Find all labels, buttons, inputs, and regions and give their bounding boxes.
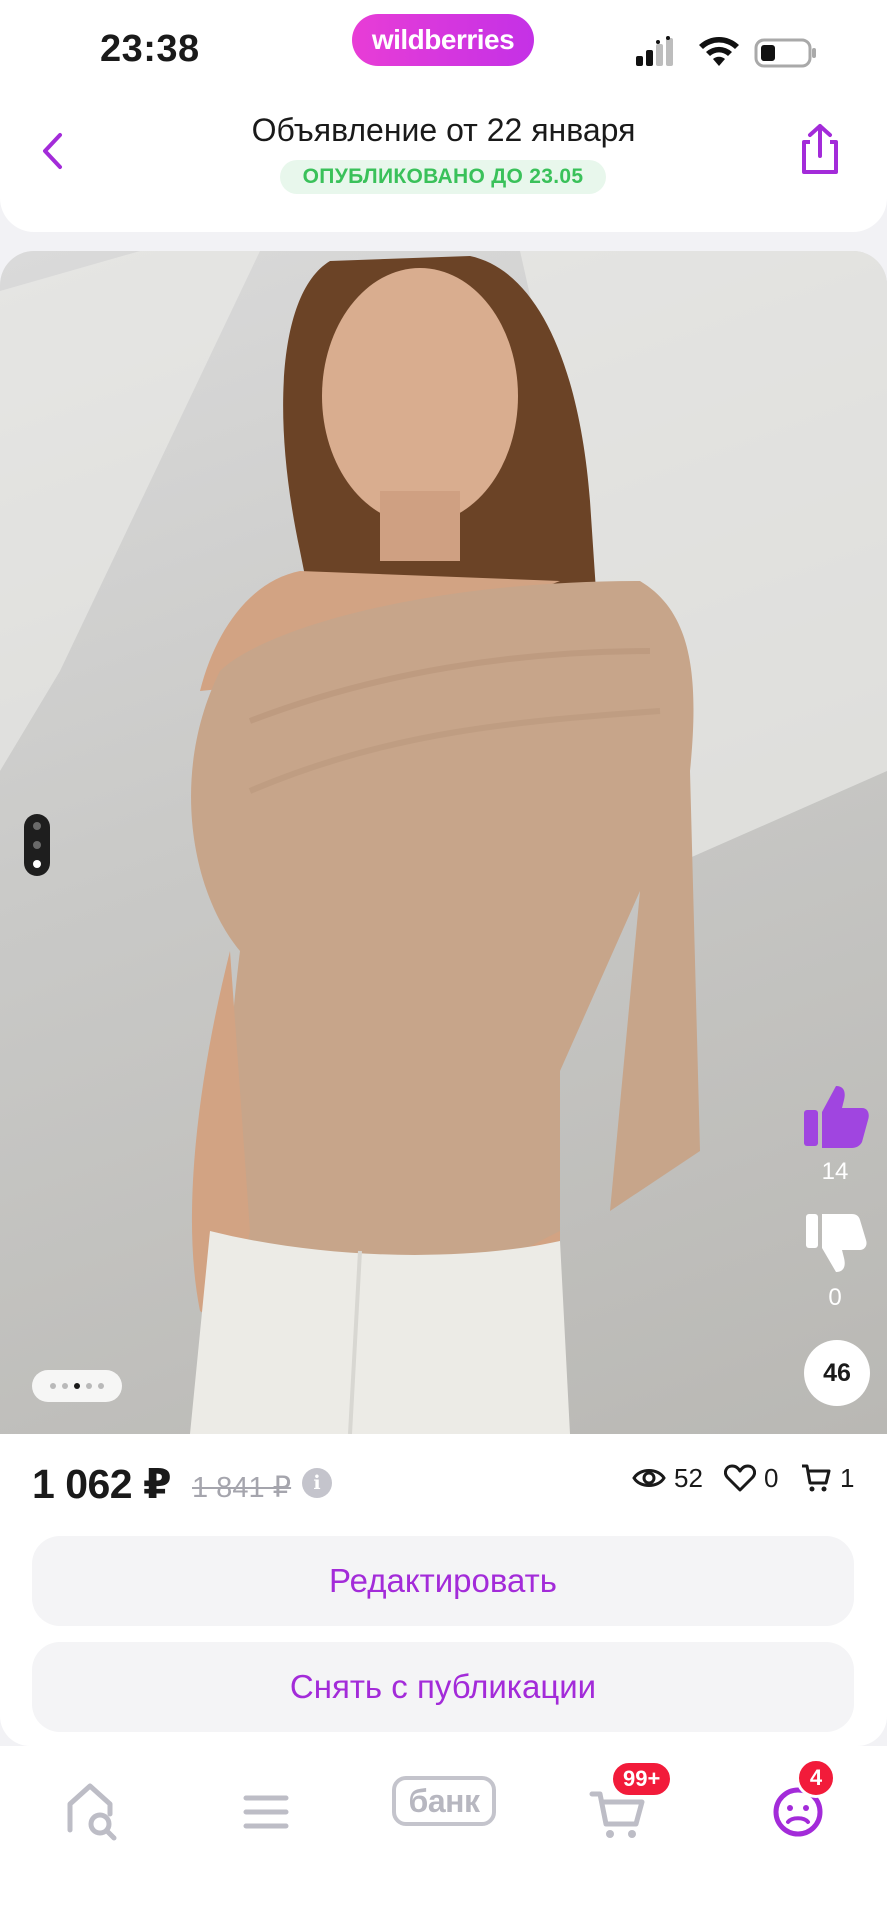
heart-icon	[724, 1464, 756, 1492]
like-button[interactable]	[800, 1082, 870, 1150]
comments-count-button[interactable]: 46	[804, 1340, 870, 1406]
pager-dot	[86, 1383, 92, 1389]
horizontal-pager[interactable]	[32, 1370, 122, 1402]
share-button[interactable]	[796, 122, 844, 178]
dislike-count: 0	[828, 1284, 842, 1311]
edit-button[interactable]: Редактировать	[32, 1536, 854, 1626]
pager-dot-active	[33, 860, 41, 868]
pager-dot	[33, 822, 41, 830]
nav-home[interactable]	[56, 1774, 136, 1844]
pager-dot	[98, 1383, 104, 1389]
signal-icon	[636, 36, 673, 66]
old-price: 1 841 ₽	[192, 1472, 292, 1504]
cart-icon	[802, 1464, 831, 1492]
bottom-navigation: банк 99+ 4	[0, 1746, 887, 1920]
favorites-stat: 0	[724, 1462, 778, 1494]
page-title: Объявление от 22 января	[251, 112, 636, 148]
nav-bank[interactable]: банк	[392, 1776, 496, 1826]
pager-dot	[50, 1383, 56, 1389]
views-stat: 52	[632, 1462, 703, 1494]
cart-count: 1	[840, 1462, 855, 1493]
thumbs-down-icon	[806, 1214, 867, 1272]
dislike-button[interactable]	[802, 1210, 868, 1276]
thumbs-up-icon	[804, 1086, 869, 1148]
pager-dot	[74, 1383, 80, 1389]
eye-icon	[632, 1469, 666, 1487]
cart-stat: 1	[800, 1462, 854, 1494]
favorites-count: 0	[764, 1462, 779, 1493]
status-time: 23:38	[100, 28, 200, 70]
unpublish-button[interactable]: Снять с публикации	[32, 1642, 854, 1732]
listing-photo[interactable]: 14 0 46	[0, 251, 887, 1434]
pager-dot	[62, 1383, 68, 1389]
vertical-pager[interactable]	[24, 814, 50, 876]
photo-scene	[0, 251, 887, 1434]
share-icon	[802, 124, 838, 174]
price-info-icon[interactable]: i	[302, 1468, 332, 1498]
nav-catalog[interactable]	[226, 1774, 306, 1844]
home-search-icon	[67, 1783, 117, 1841]
battery-icon	[754, 38, 816, 68]
wifi-icon	[699, 37, 739, 66]
cart-badge: 99+	[610, 1760, 674, 1798]
like-count: 14	[821, 1158, 849, 1185]
pager-dot	[33, 841, 41, 849]
status-badge: ОПУБЛИКОВАНО ДО 23.05	[280, 160, 606, 194]
current-price: 1 062 ₽	[32, 1461, 172, 1507]
brand-logo: wildberries	[352, 14, 534, 66]
menu-icon	[243, 1795, 289, 1829]
profile-badge: 4	[796, 1758, 836, 1798]
views-count: 52	[674, 1462, 703, 1493]
